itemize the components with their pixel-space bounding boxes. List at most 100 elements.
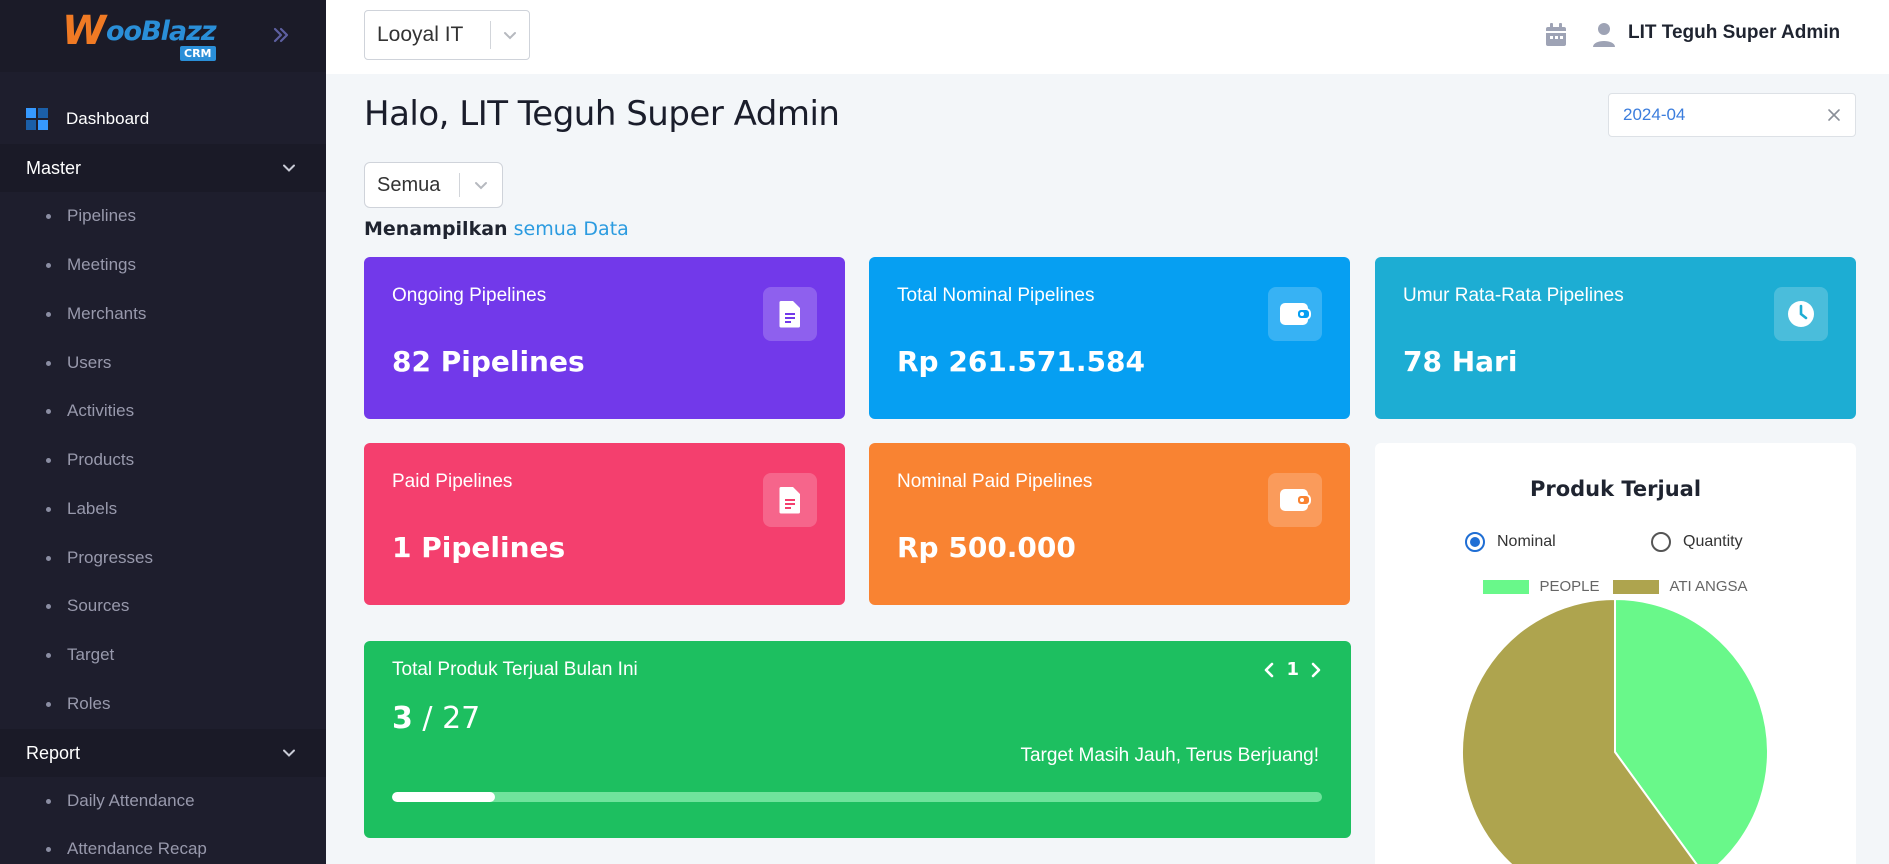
card-value: 78 Hari (1403, 345, 1518, 378)
month-filter-input[interactable]: 2024-04 (1608, 93, 1856, 137)
target-progress-bar (392, 792, 1322, 802)
sidebar-item-pipelines[interactable]: Pipelines (0, 196, 326, 236)
sidebar-item-products[interactable]: Products (0, 440, 326, 480)
bullet-icon (46, 213, 51, 219)
clock-icon (1774, 287, 1828, 341)
pie-chart (1461, 597, 1769, 864)
showing-prefix: Menampilkan (364, 218, 508, 240)
legend-item[interactable]: PEOPLE (1483, 578, 1599, 595)
sidebar-item-label: Progresses (67, 548, 153, 567)
radio-button[interactable] (1651, 532, 1671, 552)
sidebar-item-roles[interactable]: Roles (0, 684, 326, 724)
sidebar-item-meetings[interactable]: Meetings (0, 245, 326, 285)
bullet-icon (46, 652, 51, 658)
bullet-icon (46, 457, 51, 463)
app-logo[interactable]: W ooBlazz CRM (62, 8, 222, 64)
bullet-icon (46, 798, 51, 804)
sidebar-item-target[interactable]: Target (0, 635, 326, 675)
chevron-down-icon[interactable] (491, 27, 529, 43)
legend-swatch (1483, 579, 1530, 594)
radio-button-checked[interactable] (1465, 532, 1485, 552)
card-title: Paid Pipelines (392, 471, 513, 492)
sidebar-section-master[interactable]: Master (0, 144, 326, 192)
sidebar-item-merchants[interactable]: Merchants (0, 294, 326, 334)
sidebar-item-labels[interactable]: Labels (0, 489, 326, 529)
month-filter-value: 2024-04 (1623, 105, 1686, 124)
sidebar-item-label: Roles (67, 694, 111, 713)
card-average-age-pipelines[interactable]: Umur Rata-Rata Pipelines 78 Hari (1375, 257, 1856, 419)
page-title: Halo, LIT Teguh Super Admin (364, 94, 840, 134)
target-progress-fill (392, 792, 496, 802)
calendar-icon[interactable] (1544, 22, 1568, 48)
scope-select[interactable]: Semua (364, 162, 503, 208)
sidebar-section-report[interactable]: Report (0, 729, 326, 777)
logo-text: ooBlazz (106, 16, 217, 47)
showing-text: Menampilkan semua Data (364, 218, 629, 240)
card-title: Umur Rata-Rata Pipelines (1403, 285, 1624, 306)
bullet-icon (46, 701, 51, 707)
sidebar-item-label: Target (67, 645, 115, 664)
card-ongoing-pipelines[interactable]: Ongoing Pipelines 82 Pipelines (364, 257, 845, 419)
card-nominal-paid-pipelines[interactable]: Nominal Paid Pipelines Rp 500.000 (869, 443, 1350, 605)
company-select-value: Looyal IT (377, 23, 464, 46)
target-count: 27 (442, 701, 481, 736)
sidebar-item-activities[interactable]: Activities (0, 391, 326, 431)
bullet-icon (46, 408, 51, 414)
scope-select-value: Semua (377, 173, 441, 196)
card-title: Total Produk Terjual Bulan Ini (392, 659, 638, 680)
bullet-icon (46, 846, 51, 852)
count-separator: / (422, 701, 433, 736)
sidebar-section-label: Master (26, 157, 82, 178)
bullet-icon (46, 311, 51, 317)
chart-legend: PEOPLE ATI ANGSA (1375, 578, 1856, 595)
top-bar: Looyal IT LIT Teguh Super Admin (326, 0, 1889, 74)
card-products-sold-month: Total Produk Terjual Bulan Ini 1 3 / 27 … (364, 641, 1351, 838)
bullet-icon (46, 603, 51, 609)
chart-title: Produk Terjual (1529, 477, 1702, 501)
logo-mark: W (62, 8, 106, 54)
legend-label: PEOPLE (1539, 578, 1600, 595)
card-title: Total Nominal Pipelines (897, 285, 1095, 306)
sold-count: 3 (392, 701, 413, 736)
legend-label: ATI ANGSA (1669, 578, 1748, 595)
bullet-icon (46, 506, 51, 512)
products-sold-chart-card: Produk Terjual Nominal Quantity PEOPLE A… (1375, 443, 1856, 864)
card-paid-pipelines[interactable]: Paid Pipelines 1 Pipelines (364, 443, 845, 605)
user-name[interactable]: LIT Teguh Super Admin (1628, 22, 1840, 44)
card-value: 82 Pipelines (392, 345, 585, 378)
document-icon (763, 287, 817, 341)
sidebar-item-attendance-recap[interactable]: Attendance Recap (0, 829, 326, 864)
radio-label: Nominal (1497, 533, 1556, 550)
double-chevron-right-icon[interactable] (270, 24, 292, 46)
radio-nominal[interactable]: Nominal (1465, 532, 1556, 552)
sidebar-item-label: Meetings (67, 255, 136, 274)
showing-scope-link[interactable]: semua Data (514, 218, 629, 240)
sidebar-item-label: Labels (67, 499, 118, 518)
card-total-nominal-pipelines[interactable]: Total Nominal Pipelines Rp 261.571.584 (869, 257, 1350, 419)
company-select[interactable]: Looyal IT (364, 10, 530, 60)
card-value: 1 Pipelines (392, 531, 566, 564)
sidebar-item-label: Activities (67, 401, 135, 420)
pager-page-number: 1 (1286, 659, 1299, 680)
sidebar-item-sources[interactable]: Sources (0, 586, 326, 626)
sidebar-item-dashboard[interactable]: Dashboard (0, 100, 326, 138)
document-icon (763, 473, 817, 527)
chevron-down-icon[interactable] (460, 177, 502, 193)
radio-quantity[interactable]: Quantity (1651, 532, 1743, 552)
chevron-left-icon[interactable] (1262, 661, 1276, 679)
bullet-icon (46, 555, 51, 561)
close-icon[interactable] (1827, 108, 1841, 122)
sidebar-item-label: Attendance Recap (67, 839, 207, 858)
card-value: Rp 261.571.584 (897, 345, 1145, 378)
sidebar-item-label: Users (67, 353, 112, 372)
sidebar-item-users[interactable]: Users (0, 343, 326, 383)
radio-label: Quantity (1683, 533, 1743, 550)
sidebar-item-daily-attendance[interactable]: Daily Attendance (0, 781, 326, 821)
user-icon[interactable] (1592, 22, 1616, 48)
card-title: Ongoing Pipelines (392, 285, 547, 306)
logo-badge: CRM (180, 46, 216, 61)
legend-item[interactable]: ATI ANGSA (1613, 578, 1748, 595)
sidebar-item-progresses[interactable]: Progresses (0, 538, 326, 578)
sidebar-section-label: Report (26, 742, 81, 763)
chevron-right-icon[interactable] (1309, 661, 1323, 679)
